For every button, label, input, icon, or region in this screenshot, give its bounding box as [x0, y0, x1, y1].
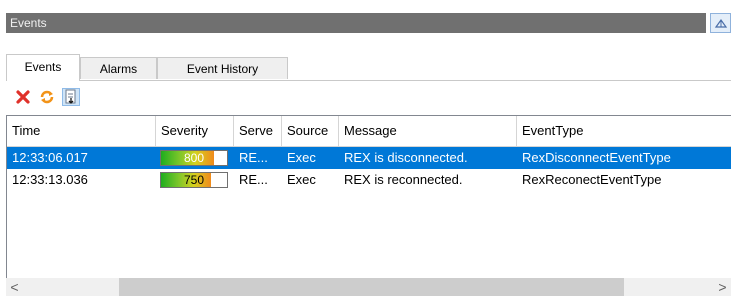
- severity-bar: 750: [160, 172, 228, 188]
- severity-cell: 750: [156, 169, 234, 191]
- column-header-event-type[interactable]: EventType: [517, 116, 731, 146]
- scroll-right-button[interactable]: >: [714, 278, 731, 296]
- table-row[interactable]: 12:33:13.036 750 RE... Exec REX is recon…: [7, 169, 731, 191]
- pin-icon: [714, 18, 728, 28]
- time-cell: 12:33:13.036: [12, 172, 88, 187]
- pin-button[interactable]: [710, 13, 731, 33]
- panel-title-bar: Events: [6, 13, 706, 33]
- scrollbar-thumb[interactable]: [119, 278, 624, 296]
- column-header-message[interactable]: Message: [339, 116, 517, 146]
- tab-events[interactable]: Events: [6, 54, 80, 81]
- message-cell: REX is disconnected.: [344, 150, 468, 165]
- event-type-cell: RexReconectEventType: [522, 172, 662, 187]
- server-cell: RE...: [239, 172, 268, 187]
- horizontal-scrollbar[interactable]: < >: [6, 278, 731, 296]
- severity-bar: 800: [160, 150, 228, 166]
- column-header-time[interactable]: Time: [7, 116, 156, 146]
- properties-button[interactable]: [62, 88, 80, 106]
- grid-header: Time Severity Serve Source Message Event…: [7, 116, 731, 147]
- table-row[interactable]: 12:33:06.017 800 RE... Exec REX is disco…: [7, 147, 731, 169]
- refresh-icon: [40, 90, 54, 104]
- toolbar: [10, 84, 730, 110]
- properties-icon: [65, 89, 76, 104]
- scroll-left-button[interactable]: <: [6, 278, 23, 296]
- refresh-button[interactable]: [38, 88, 56, 106]
- source-cell: Exec: [287, 172, 316, 187]
- column-header-server[interactable]: Serve: [234, 116, 282, 146]
- time-cell: 12:33:06.017: [12, 150, 88, 165]
- severity-cell: 800: [156, 147, 234, 169]
- events-grid[interactable]: Time Severity Serve Source Message Event…: [6, 115, 731, 296]
- column-header-source[interactable]: Source: [282, 116, 339, 146]
- delete-icon: [16, 90, 30, 104]
- tab-strip: Events Alarms Event History: [6, 54, 731, 81]
- tab-event-history[interactable]: Event History: [157, 57, 288, 79]
- message-cell: REX is reconnected.: [344, 172, 463, 187]
- server-cell: RE...: [239, 150, 268, 165]
- source-cell: Exec: [287, 150, 316, 165]
- column-header-severity[interactable]: Severity: [156, 116, 234, 146]
- clear-button[interactable]: [14, 88, 32, 106]
- panel-title: Events: [10, 16, 47, 30]
- event-type-cell: RexDisconnectEventType: [522, 150, 671, 165]
- tab-alarms[interactable]: Alarms: [80, 57, 157, 79]
